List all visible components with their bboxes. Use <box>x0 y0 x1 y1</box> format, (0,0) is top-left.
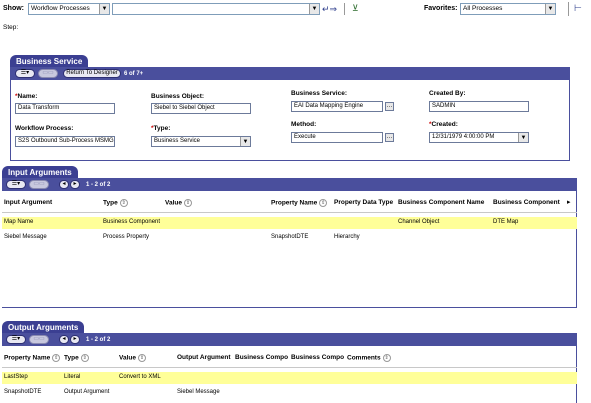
column-header-type[interactable]: Type ⇕ <box>103 199 128 207</box>
toolbar-divider <box>568 2 569 16</box>
method-field[interactable]: Execute <box>291 132 383 143</box>
cell-property-name: SnapshotDTE <box>4 389 42 395</box>
toolbar: Show: Workflow Processes ▼ ▼ ↵⇒ ⊻ Favori… <box>0 0 591 20</box>
cell-type: Output Argument <box>64 389 110 395</box>
column-header-business-compo-2[interactable]: Business Compo <box>291 354 344 361</box>
chevron-down-icon[interactable]: ▼ <box>518 133 528 142</box>
query-icon[interactable]: ⊻ <box>352 3 359 13</box>
column-header-property-name[interactable]: Property Name ⇕ <box>4 354 61 362</box>
sort-icon[interactable]: ⇕ <box>52 354 61 362</box>
table-row[interactable]: Siebel Message Process Property Snapshot… <box>2 232 577 244</box>
record-count: 1 - 2 of 2 <box>86 337 111 343</box>
column-header-property-name[interactable]: Property Name ⇕ <box>271 199 328 207</box>
column-header-output-argument[interactable]: Output Argument <box>177 354 231 361</box>
query-button[interactable]: ▭▭ <box>29 180 49 189</box>
go-arrow-icon[interactable]: ↵⇒ <box>322 4 337 14</box>
show-select-value: Workflow Processes <box>31 5 90 12</box>
row-divider <box>2 212 577 213</box>
previous-record-button[interactable]: ◂ <box>59 335 69 344</box>
input-arguments-toolbar: ☰▾ ▭▭ ◂ ▸ 1 - 2 of 2 <box>2 179 576 191</box>
query-button[interactable]: ▭▭ <box>29 335 49 344</box>
favorites-select[interactable]: All Processes ▼ <box>460 3 556 15</box>
method-label: Method: <box>291 121 317 128</box>
sort-icon[interactable]: ⇕ <box>119 199 128 207</box>
step-label: Step: <box>3 24 19 31</box>
picklist-icon[interactable]: … <box>385 133 394 142</box>
created-by-field: SADMIN <box>429 101 529 112</box>
cell-business-component-name: Channel Object <box>398 219 440 225</box>
menu-button[interactable]: ☰▾ <box>6 335 26 344</box>
chevron-down-icon[interactable]: ▼ <box>99 4 109 14</box>
cell-property-name: LastStep <box>4 374 28 380</box>
name-field[interactable]: Data Transform <box>15 103 115 114</box>
created-field-value: 12/31/1979 4:00:00 PM <box>432 134 495 140</box>
sort-icon[interactable]: ⇕ <box>80 354 89 362</box>
cell-property-data-type: Hierarchy <box>334 234 360 240</box>
type-select-value: Business Service <box>154 138 201 144</box>
column-header-input-argument[interactable]: Input Argument <box>4 199 52 206</box>
chevron-down-icon[interactable]: ▼ <box>545 4 555 14</box>
business-service-label: Business Service: <box>291 90 348 97</box>
toolbar-extra-icon[interactable]: ⊢ <box>574 3 582 14</box>
sort-icon[interactable]: ⇕ <box>319 199 328 207</box>
cell-value: Convert to XML <box>119 374 161 380</box>
business-service-panel: ☰▾ ▭▭ Return To Designer 6 of 7+ *Name: … <box>10 67 570 161</box>
menu-button[interactable]: ☰▾ <box>15 69 35 78</box>
column-header-comments[interactable]: Comments ⇕ <box>347 354 391 362</box>
table-row[interactable]: SnapshotDTE Output Argument Siebel Messa… <box>2 387 577 399</box>
cell-type: Business Component <box>103 219 161 225</box>
cell-type: Literal <box>64 374 81 380</box>
chevron-down-icon[interactable]: ▼ <box>240 137 250 146</box>
row-divider <box>2 367 577 368</box>
business-object-field[interactable]: Siebel to Siebel Object <box>151 103 251 114</box>
created-field[interactable]: 12/31/1979 4:00:00 PM ▼ <box>429 132 529 143</box>
menu-button[interactable]: ☰▾ <box>6 180 26 189</box>
picklist-icon[interactable]: … <box>385 102 394 111</box>
column-header-business-component-name[interactable]: Business Component Name <box>398 199 484 206</box>
created-label: *Created: <box>429 121 458 128</box>
workflow-process-field: S2S Outbound Sub-Process MSMG <box>15 136 115 147</box>
column-header-property-data-type[interactable]: Property Data Type <box>334 199 393 206</box>
search-input[interactable]: ▼ <box>112 3 320 15</box>
workflow-process-label: Workflow Process: <box>15 125 74 132</box>
toolbar-divider <box>344 3 345 15</box>
next-record-button[interactable]: ▸ <box>70 180 80 189</box>
sort-icon[interactable]: ⇕ <box>382 354 391 362</box>
cell-business-component: DTE Map <box>493 219 519 225</box>
previous-record-button[interactable]: ◂ <box>59 180 69 189</box>
business-object-label: Business Object: <box>151 93 205 100</box>
sort-icon[interactable]: ⇕ <box>137 354 146 362</box>
table-row[interactable]: LastStep Literal Convert to XML <box>2 372 577 384</box>
cell-input-argument: Map Name <box>4 219 34 225</box>
record-count: 6 of 7+ <box>124 71 144 77</box>
favorites-label: Favorites: <box>424 5 458 12</box>
created-by-label: Created By: <box>429 90 466 97</box>
sort-icon[interactable]: ⇕ <box>183 199 192 207</box>
column-header-type[interactable]: Type ⇕ <box>64 354 89 362</box>
name-label: *Name: <box>15 93 38 100</box>
table-row[interactable]: Map Name Business Component Channel Obje… <box>2 217 577 229</box>
next-record-button[interactable]: ▸ <box>70 335 80 344</box>
show-select[interactable]: Workflow Processes ▼ <box>28 3 110 15</box>
column-header-value[interactable]: Value ⇕ <box>165 199 192 207</box>
column-header-business-compo-1[interactable]: Business Compo <box>235 354 288 361</box>
cell-type: Process Property <box>103 234 150 240</box>
scroll-right-icon[interactable]: ▸ <box>567 198 571 206</box>
column-header-value[interactable]: Value ⇕ <box>119 354 146 362</box>
business-service-toolbar: ☰▾ ▭▭ Return To Designer 6 of 7+ <box>11 68 569 80</box>
return-to-designer-button[interactable]: Return To Designer <box>63 69 121 78</box>
business-service-field[interactable]: EAI Data Mapping Engine <box>291 101 383 112</box>
record-count: 1 - 2 of 2 <box>86 182 111 188</box>
cell-input-argument: Siebel Message <box>4 234 47 240</box>
favorites-select-value: All Processes <box>463 5 503 12</box>
cell-property-name: SnapshotDTE <box>271 234 309 240</box>
query-button[interactable]: ▭▭ <box>38 69 58 78</box>
type-select[interactable]: Business Service ▼ <box>151 136 251 147</box>
chevron-down-icon[interactable]: ▼ <box>309 4 319 14</box>
cell-output-argument: Siebel Message <box>177 389 220 395</box>
type-label: *Type: <box>151 125 171 132</box>
column-header-business-component[interactable]: Business Component <box>493 199 560 206</box>
show-label: Show: <box>3 5 24 12</box>
output-arguments-toolbar: ☰▾ ▭▭ ◂ ▸ 1 - 2 of 2 <box>2 334 576 346</box>
